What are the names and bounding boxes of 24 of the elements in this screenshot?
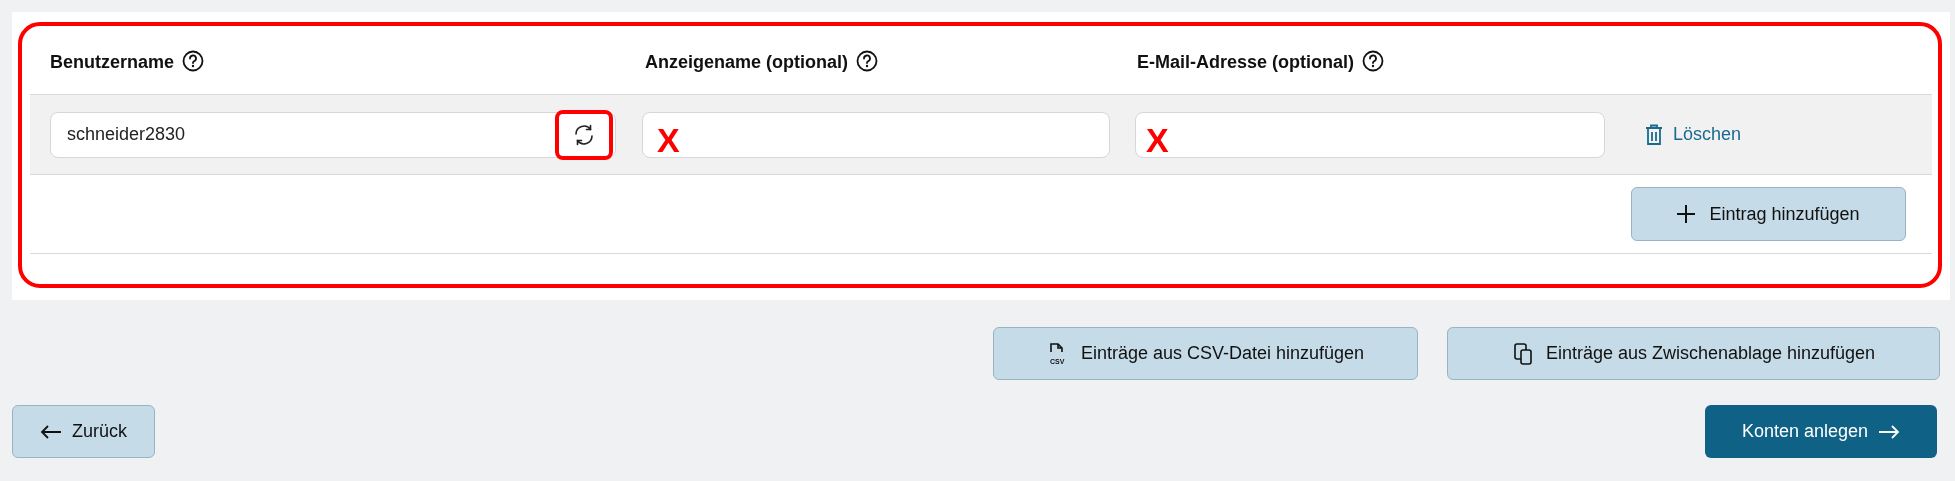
username-field[interactable]: schneider2830 (50, 111, 616, 158)
back-button[interactable]: Zurück (12, 405, 155, 458)
email-field[interactable]: X (1135, 111, 1605, 158)
create-accounts-button[interactable]: Konten anlegen (1705, 405, 1937, 458)
help-icon[interactable] (856, 50, 878, 72)
refresh-icon (572, 122, 596, 147)
arrow-left-icon (40, 423, 62, 440)
import-button[interactable]: Einträge aus Zwischenablage hinzufügen (1447, 327, 1940, 380)
delete-button[interactable]: Löschen (1645, 121, 1742, 148)
help-icon[interactable] (182, 50, 205, 72)
annotation-mark: X (657, 122, 680, 157)
add-entry-button[interactable]: Eintrag hinzufügen (1631, 187, 1906, 241)
username-value: schneider2830 (67, 123, 186, 146)
annotation-mark: X (1146, 122, 1169, 157)
display-name-field[interactable]: X (642, 111, 1110, 158)
help-icon[interactable] (1362, 50, 1385, 72)
column-header: E-Mail-Adresse (optional) (1137, 51, 1355, 74)
copy-icon (1511, 341, 1534, 366)
column-header: Anzeigename (optional) (645, 51, 848, 74)
arrow-right-icon (1878, 423, 1901, 440)
column-header: Benutzername (50, 51, 175, 74)
plus-icon (1677, 205, 1696, 223)
trash-icon (1645, 123, 1663, 146)
refresh-button[interactable] (555, 109, 613, 160)
